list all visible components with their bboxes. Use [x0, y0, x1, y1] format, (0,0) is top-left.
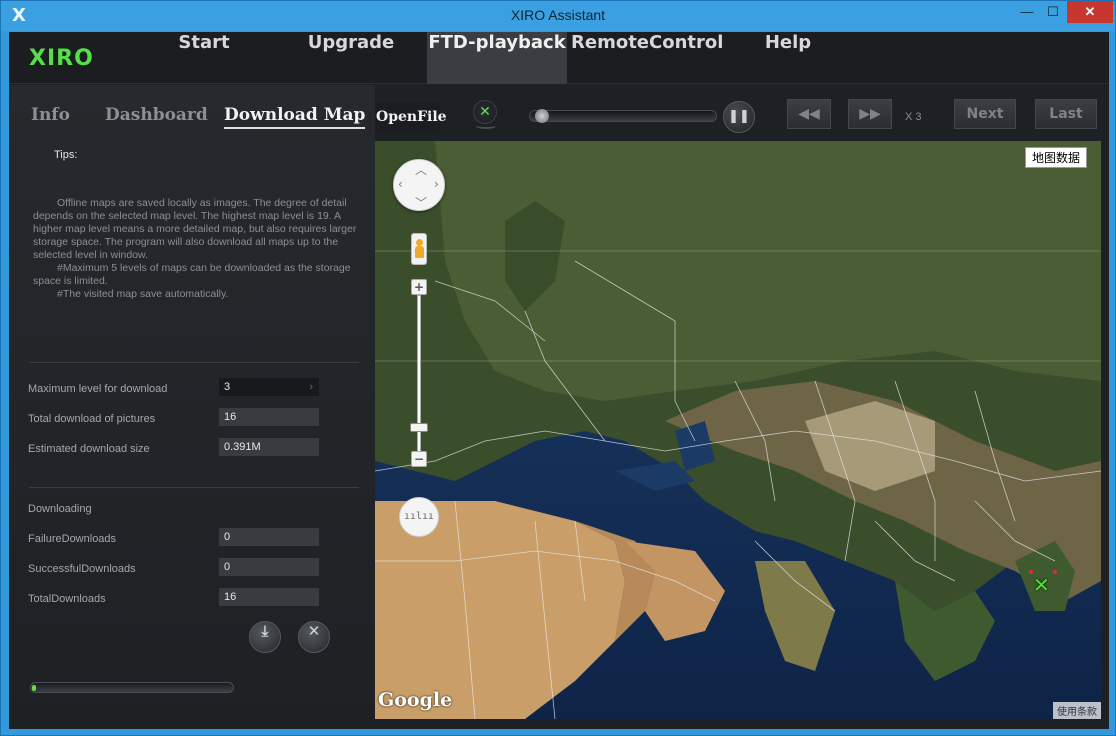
tab-dashboard[interactable]: Dashboard [105, 105, 208, 125]
client-area: XIRO Start Upgrade FTD-playback RemoteCo… [9, 32, 1109, 729]
zoom-out-button[interactable]: − [411, 451, 427, 467]
fast-forward-button[interactable]: ▶▶ [848, 99, 892, 129]
tips-text: Offline maps are saved locally as images… [33, 197, 369, 301]
download-progress-bar [30, 682, 234, 693]
nav-remote-control[interactable]: RemoteControl [571, 32, 723, 84]
tab-info[interactable]: Info [31, 105, 70, 125]
xiro-logo: XIRO [29, 46, 94, 71]
google-logo: Google [378, 689, 453, 711]
satellite-map-image [375, 141, 1101, 719]
estimated-size-label: Estimated download size [28, 443, 150, 455]
close-button[interactable]: ✕ [1067, 1, 1113, 23]
map-scale-icon[interactable]: ıılıı [399, 497, 439, 537]
pan-right-icon[interactable]: › [434, 177, 439, 191]
divider [29, 362, 359, 363]
successful-downloads-field: 0 [219, 558, 319, 576]
cancel-download-button[interactable]: ✕ [298, 621, 330, 653]
tab-download-map[interactable]: Download Map [224, 105, 366, 129]
playback-speed: X 3 [905, 111, 922, 123]
map-data-label: 地图数据 [1024, 147, 1087, 168]
pegman-head [416, 239, 423, 246]
drone-position-marker: ✕ [1029, 570, 1057, 597]
nav-upgrade[interactable]: Upgrade [301, 32, 401, 84]
divider [29, 487, 359, 488]
maximize-button[interactable]: ☐ [1039, 1, 1067, 23]
status-base [476, 123, 496, 129]
marker-dot [1053, 570, 1057, 574]
download-button[interactable]: ⤓ [249, 621, 281, 653]
total-downloads-field: 16 [219, 588, 319, 606]
nav-ftd-playback[interactable]: FTD-playback [427, 32, 567, 84]
pegman-body [415, 246, 424, 258]
max-level-label: Maximum level for download [28, 383, 168, 395]
total-pictures-field: 16 [219, 408, 319, 426]
app-window: X XIRO Assistant — ☐ ✕ XIRO Start Upgrad… [0, 0, 1116, 736]
zoom-slider-thumb[interactable] [410, 423, 428, 432]
title-bar[interactable]: X XIRO Assistant — ☐ ✕ [1, 1, 1115, 31]
minimize-button[interactable]: — [1013, 1, 1041, 23]
pan-down-icon[interactable]: ﹀ [415, 194, 427, 211]
marker-x-icon: ✕ [1033, 573, 1050, 597]
playback-seek-bar[interactable] [529, 109, 717, 123]
map-pan-control[interactable]: ︿ ﹀ ‹ › [393, 159, 445, 211]
connection-status-icon: ✕ [473, 100, 497, 129]
next-button[interactable]: Next [954, 99, 1016, 129]
tips-paragraph: #Maximum 5 levels of maps can be downloa… [33, 262, 351, 287]
nav-help[interactable]: Help [753, 32, 823, 84]
max-level-value: 3 [224, 381, 231, 393]
failure-downloads-field: 0 [219, 528, 319, 546]
tips-paragraph: Offline maps are saved locally as images… [33, 197, 357, 261]
last-button[interactable]: Last [1035, 99, 1097, 129]
rewind-button[interactable]: ◀◀ [787, 99, 831, 129]
zoom-in-button[interactable]: + [411, 279, 427, 295]
failure-downloads-label: FailureDownloads [28, 533, 117, 545]
tips-paragraph: #The visited map save automatically. [57, 288, 229, 300]
pan-up-icon[interactable]: ︿ [415, 161, 427, 178]
successful-downloads-label: SuccessfulDownloads [28, 563, 136, 575]
window-title: XIRO Assistant [510, 7, 606, 23]
top-navigation: XIRO Start Upgrade FTD-playback RemoteCo… [9, 32, 1109, 84]
total-downloads-label: TotalDownloads [28, 593, 106, 605]
downloading-title: Downloading [28, 503, 92, 515]
pan-left-icon[interactable]: ‹ [398, 177, 403, 191]
marker-dot [1029, 570, 1033, 574]
total-pictures-label: Total download of pictures [28, 413, 156, 425]
download-progress-fill [32, 685, 36, 691]
seek-knob[interactable] [535, 109, 549, 123]
nav-start[interactable]: Start [159, 32, 249, 84]
terms-of-use-link[interactable]: 使用条款 [1053, 702, 1101, 719]
map-view[interactable]: 地图数据 ︿ ﹀ ‹ › + − ıılıı ✕ Google 使用条款 [375, 141, 1101, 719]
left-panel: Info Dashboard Download Map Tips: Offlin… [9, 85, 375, 729]
max-level-select[interactable]: 3 › [219, 378, 319, 396]
estimated-size-field: 0.391M [219, 438, 319, 456]
tips-title: Tips: [54, 149, 78, 161]
open-file-button[interactable]: OpenFile [376, 102, 447, 132]
chevron-right-icon: › [309, 381, 313, 393]
pause-button[interactable]: ❚❚ [723, 101, 755, 133]
street-view-pegman-icon[interactable] [411, 233, 427, 265]
status-x-icon: ✕ [479, 104, 491, 120]
